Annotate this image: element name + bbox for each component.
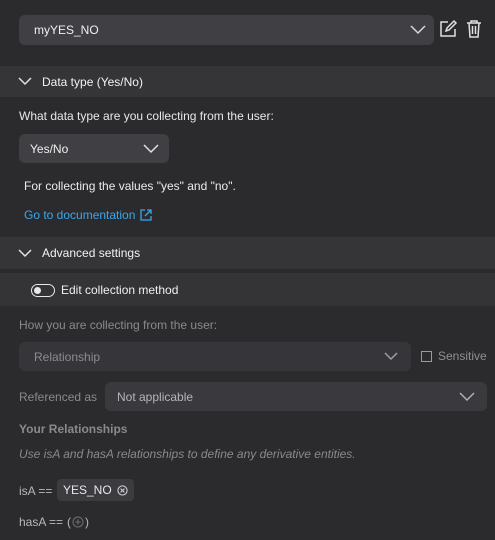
field-name-dropdown[interactable]: myYES_NO (19, 15, 434, 45)
advanced-settings-section-header[interactable]: Advanced settings (0, 237, 495, 269)
referenced-as-value: Not applicable (117, 389, 194, 404)
edit-collection-label: Edit collection method (61, 283, 179, 297)
data-type-value: Yes/No (30, 141, 69, 156)
edit-collection-toggle[interactable] (31, 284, 55, 297)
referenced-as-label: Referenced as (19, 390, 98, 404)
chevron-down-icon (18, 248, 32, 258)
collecting-label: How you are collecting from the user: (19, 318, 218, 332)
chevron-down-icon (18, 77, 32, 86)
edit-icon[interactable] (438, 19, 458, 39)
isa-chip-label: YES_NO (63, 483, 112, 497)
documentation-link-label: Go to documentation (24, 208, 136, 222)
collecting-method-dropdown[interactable]: Relationship (19, 342, 411, 371)
chevron-down-icon (384, 352, 398, 361)
hasa-row: hasA == ( ) (19, 515, 89, 529)
data-type-dropdown[interactable]: Yes/No (19, 134, 169, 163)
sensitive-checkbox-row[interactable]: Sensitive (421, 349, 487, 363)
relationships-title: Your Relationships (19, 422, 128, 436)
referenced-as-dropdown[interactable]: Not applicable (105, 382, 487, 411)
data-type-section-header[interactable]: Data type (Yes/No) (0, 66, 495, 97)
chevron-down-icon (410, 25, 426, 35)
isa-chip: YES_NO (57, 479, 134, 501)
open-paren: ( (67, 515, 72, 529)
field-name-value: myYES_NO (34, 23, 99, 37)
isa-label: isA == (19, 484, 53, 498)
trash-icon[interactable] (465, 19, 483, 39)
relationships-hint: Use isA and hasA relationships to define… (19, 447, 356, 461)
external-link-icon (140, 209, 153, 221)
advanced-settings-title: Advanced settings (42, 246, 141, 260)
sensitive-label: Sensitive (438, 349, 487, 363)
sensitive-checkbox[interactable] (421, 350, 432, 362)
hasa-label: hasA == (19, 515, 64, 529)
documentation-link[interactable]: Go to documentation (24, 208, 153, 222)
chevron-down-icon (459, 391, 475, 402)
close-paren: ) (85, 515, 90, 529)
data-type-description: For collecting the values "yes" and "no"… (24, 179, 236, 193)
data-type-question: What data type are you collecting from t… (19, 109, 274, 123)
toggle-knob (34, 286, 41, 294)
data-type-section-title: Data type (Yes/No) (42, 74, 143, 89)
add-icon[interactable] (72, 516, 84, 528)
remove-icon[interactable] (117, 484, 128, 496)
chevron-down-icon (143, 143, 159, 154)
collecting-method-value: Relationship (34, 349, 101, 364)
